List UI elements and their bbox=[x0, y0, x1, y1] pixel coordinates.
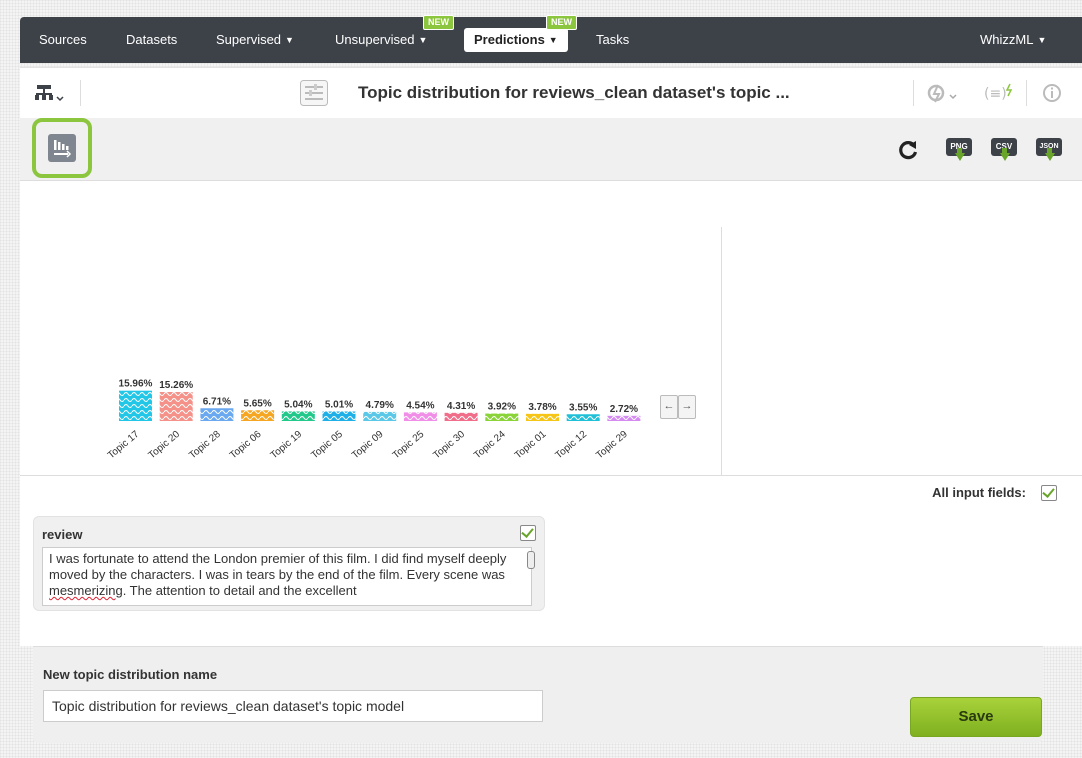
top-navigation-bar: Sources Datasets Supervised ▼ Unsupervise… bbox=[20, 15, 1082, 63]
category-label: Topic 09 bbox=[350, 429, 386, 462]
bar-topic-30[interactable] bbox=[444, 412, 478, 421]
nav-whizzml[interactable]: WhizzML ▼ bbox=[980, 17, 1046, 63]
chart-panel: 15.96% Topic 17 15.26% Topic 20 6.71% Topic 2… bbox=[20, 181, 1082, 476]
model-tree-icon[interactable] bbox=[34, 83, 68, 103]
chart-divider bbox=[721, 227, 722, 475]
save-button[interactable]: Save bbox=[910, 697, 1042, 737]
bar-value-label: 4.31% bbox=[447, 401, 475, 412]
review-field-card: review I was fortunate to attend the Lon… bbox=[33, 516, 545, 611]
bar-value-label: 2.72% bbox=[610, 404, 638, 415]
nav-predictions-label: Predictions bbox=[474, 32, 545, 47]
category-label: Topic 17 bbox=[106, 429, 142, 462]
input-fields-section: All input fields: review I was fortunate… bbox=[20, 476, 1082, 646]
new-badge: NEW bbox=[546, 15, 577, 30]
nav-supervised-label: Supervised bbox=[216, 32, 282, 47]
bar-topic-25[interactable] bbox=[403, 412, 437, 421]
category-label: Topic 25 bbox=[391, 429, 427, 462]
nav-sources[interactable]: Sources bbox=[39, 17, 87, 63]
bar-value-label: 15.26% bbox=[159, 380, 193, 391]
chart-toolbar: PNG CSV JSON bbox=[20, 118, 1082, 181]
category-label: Topic 24 bbox=[472, 429, 508, 462]
bar-value-label: 5.65% bbox=[243, 398, 271, 409]
textarea-scrollbar[interactable] bbox=[524, 549, 536, 601]
category-label: Topic 06 bbox=[228, 429, 264, 462]
category-label: Topic 12 bbox=[554, 429, 590, 462]
all-input-fields-label: All input fields: bbox=[932, 485, 1026, 500]
formula-icon[interactable]: (≡) bbox=[982, 82, 1016, 104]
nav-supervised[interactable]: Supervised ▼ bbox=[216, 17, 294, 63]
bar-topic-12[interactable] bbox=[566, 414, 600, 421]
chevron-down-icon: ▼ bbox=[1037, 35, 1047, 45]
bar-chart-icon bbox=[48, 134, 76, 162]
review-field-label: review bbox=[42, 527, 83, 542]
review-text-part: I was fortunate to attend the London pre… bbox=[49, 551, 507, 582]
nav-unsupervised[interactable]: Unsupervised ▼ bbox=[335, 17, 427, 63]
download-png-button[interactable]: PNG bbox=[946, 138, 972, 166]
topic-distribution-chart: 15.96% Topic 17 15.26% Topic 20 6.71% Topic 2… bbox=[106, 379, 641, 462]
nav-tasks[interactable]: Tasks bbox=[596, 17, 629, 63]
name-section: New topic distribution name Save bbox=[33, 646, 1043, 743]
bar-topic-19[interactable] bbox=[281, 411, 315, 421]
name-field-label: New topic distribution name bbox=[43, 667, 218, 682]
bar-value-label: 4.79% bbox=[366, 400, 394, 411]
batch-prediction-icon[interactable] bbox=[926, 83, 962, 103]
refresh-icon[interactable] bbox=[896, 138, 920, 162]
category-label: Topic 01 bbox=[513, 429, 549, 462]
review-text-part: . The attention to detail and the excell… bbox=[122, 583, 357, 598]
topic-distribution-icon bbox=[300, 80, 328, 106]
page-title: Topic distribution for reviews_clean dat… bbox=[358, 83, 790, 102]
chevron-down-icon: ▼ bbox=[418, 35, 428, 45]
review-textarea[interactable]: I was fortunate to attend the London pre… bbox=[42, 547, 532, 606]
bar-value-label: 3.78% bbox=[528, 402, 556, 413]
category-label: Topic 28 bbox=[187, 429, 223, 462]
category-label: Topic 19 bbox=[269, 429, 305, 462]
download-json-button[interactable]: JSON bbox=[1036, 138, 1062, 166]
bar-topic-09[interactable] bbox=[363, 411, 397, 421]
download-arrow-icon bbox=[955, 153, 965, 161]
bar-topic-24[interactable] bbox=[485, 413, 519, 421]
svg-text:(≡): (≡) bbox=[984, 86, 1007, 102]
bar-topic-28[interactable] bbox=[200, 408, 234, 421]
review-field-checkbox[interactable] bbox=[520, 525, 536, 541]
scrollbar-thumb[interactable] bbox=[527, 551, 535, 569]
scroll-right-button[interactable]: → bbox=[678, 395, 696, 419]
download-arrow-icon bbox=[1045, 153, 1055, 161]
bar-value-label: 3.55% bbox=[569, 402, 597, 413]
category-label: Topic 05 bbox=[309, 429, 345, 462]
bar-value-label: 4.54% bbox=[406, 400, 434, 411]
nav-whizzml-label: WhizzML bbox=[980, 32, 1034, 47]
download-csv-button[interactable]: CSV bbox=[991, 138, 1017, 166]
title-bar: Topic distribution for reviews_clean dat… bbox=[20, 67, 1082, 119]
name-input[interactable] bbox=[43, 690, 543, 722]
chevron-down-icon: ▼ bbox=[285, 35, 294, 45]
category-label: Topic 30 bbox=[431, 429, 467, 462]
all-input-fields-checkbox[interactable] bbox=[1041, 485, 1057, 501]
bar-topic-29[interactable] bbox=[607, 415, 641, 421]
review-text-misspelled: mesmerizing bbox=[49, 583, 123, 598]
category-label: Topic 29 bbox=[594, 429, 630, 462]
download-arrow-icon bbox=[1000, 153, 1010, 161]
chart-type-button[interactable] bbox=[32, 118, 92, 178]
category-label: Topic 20 bbox=[147, 429, 183, 462]
bar-value-label: 3.92% bbox=[488, 402, 516, 413]
chevron-down-icon: ▼ bbox=[548, 35, 558, 45]
bar-value-label: 5.04% bbox=[284, 399, 312, 410]
nav-predictions[interactable]: Predictions ▼ bbox=[464, 28, 568, 52]
bar-value-label: 5.01% bbox=[325, 399, 353, 410]
bar-topic-20[interactable] bbox=[159, 392, 193, 421]
scroll-left-button[interactable]: ← bbox=[660, 395, 678, 419]
bar-value-label: 6.71% bbox=[203, 396, 231, 407]
nav-datasets[interactable]: Datasets bbox=[126, 17, 177, 63]
bar-value-label: 15.96% bbox=[119, 379, 153, 390]
info-icon[interactable] bbox=[1042, 83, 1062, 103]
nav-unsupervised-label: Unsupervised bbox=[335, 32, 415, 47]
bar-topic-06[interactable] bbox=[241, 410, 275, 421]
bar-topic-01[interactable] bbox=[526, 413, 559, 421]
new-badge: NEW bbox=[423, 15, 454, 30]
bar-topic-17[interactable] bbox=[119, 390, 152, 421]
bar-topic-05[interactable] bbox=[322, 411, 356, 421]
